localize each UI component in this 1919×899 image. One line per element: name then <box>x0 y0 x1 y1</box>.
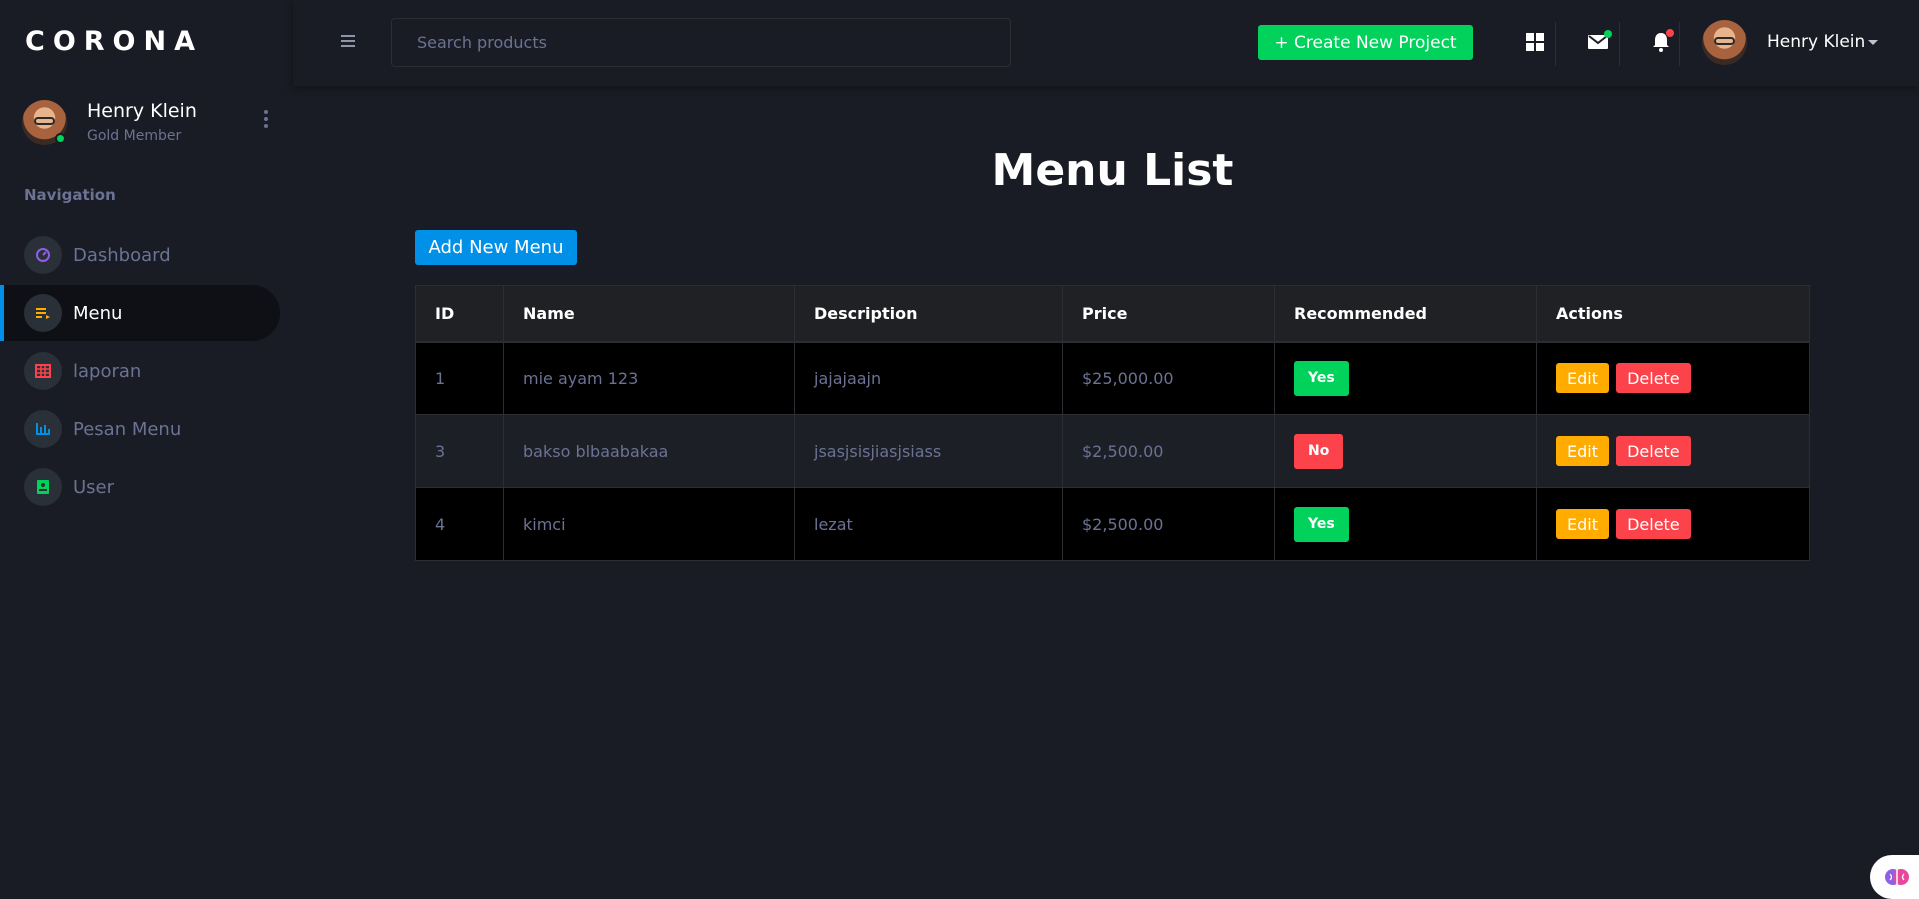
user-avatar[interactable] <box>1702 20 1747 65</box>
sidebar-item-user[interactable]: User <box>0 459 280 515</box>
topbar: + Create New Project Henry Klein <box>293 0 1919 86</box>
cell-name: bakso blbaabakaa <box>503 414 795 488</box>
sidebar-item-label: Menu <box>73 302 123 324</box>
sidebar-item-menu[interactable]: Menu <box>0 285 280 341</box>
mail-indicator-dot <box>1604 30 1612 38</box>
sidebar-item-laporan[interactable]: laporan <box>0 343 280 399</box>
page-title: Menu List <box>991 145 1234 196</box>
table-row: 3 bakso blbaabakaa jsasjsisjiasjsiass $2… <box>415 414 1810 488</box>
user-name[interactable]: Henry Klein <box>1767 32 1865 52</box>
more-options-icon[interactable] <box>262 110 270 132</box>
cell-description: lezat <box>794 487 1063 561</box>
recommended-badge: No <box>1294 433 1344 469</box>
sidebar-item-label: Pesan Menu <box>73 418 182 440</box>
edit-button[interactable]: Edit <box>1556 509 1609 539</box>
delete-button[interactable]: Delete <box>1616 436 1691 466</box>
grid-icon[interactable] <box>1518 25 1552 59</box>
cell-actions: Edit Delete <box>1536 487 1810 561</box>
cell-price: $25,000.00 <box>1062 341 1275 415</box>
sidebar: CORONA Henry Klein Gold Member Navigatio… <box>0 0 293 899</box>
contacts-icon <box>24 468 62 506</box>
cell-recommended: No <box>1274 414 1537 488</box>
online-status-dot <box>55 133 66 144</box>
cell-actions: Edit Delete <box>1536 341 1810 415</box>
topbar-divider <box>1679 22 1680 66</box>
recommended-badge: Yes <box>1294 506 1349 542</box>
nav-section-title: Navigation <box>24 186 116 204</box>
playlist-icon <box>24 294 62 332</box>
column-header: Description <box>794 285 1063 343</box>
recommended-badge: Yes <box>1294 360 1349 396</box>
column-header: Name <box>503 285 795 343</box>
column-header: Recommended <box>1274 285 1537 343</box>
profile-name: Henry Klein <box>87 100 197 122</box>
sidebar-item-label: laporan <box>73 360 142 382</box>
table-row: 4 kimci lezat $2,500.00 Yes Edit Delete <box>415 487 1810 561</box>
notification-dot <box>1666 29 1674 37</box>
profile-role: Gold Member <box>87 128 182 144</box>
table-row: 1 mie ayam 123 jajajaajn $25,000.00 Yes … <box>415 341 1810 415</box>
topbar-divider <box>1555 22 1556 66</box>
sidebar-item-label: Dashboard <box>73 244 171 266</box>
mail-icon[interactable] <box>1581 25 1615 59</box>
sidebar-item-pesan-menu[interactable]: Pesan Menu <box>0 401 280 457</box>
sidebar-profile: Henry Klein Gold Member <box>22 100 282 148</box>
cell-id: 1 <box>415 341 504 415</box>
cell-recommended: Yes <box>1274 487 1537 561</box>
speedometer-icon <box>24 236 62 274</box>
bell-icon[interactable] <box>1644 25 1678 59</box>
cell-description: jsasjsisjiasjsiass <box>794 414 1063 488</box>
cell-actions: Edit Delete <box>1536 414 1810 488</box>
column-header: Actions <box>1536 285 1810 343</box>
avatar[interactable] <box>22 100 67 145</box>
search-input[interactable] <box>391 18 1011 67</box>
table-header-row: ID Name Description Price Recommended Ac… <box>415 285 1810 343</box>
delete-button[interactable]: Delete <box>1616 363 1691 394</box>
column-header: Price <box>1062 285 1275 343</box>
chart-bar-icon <box>24 410 62 448</box>
cell-price: $2,500.00 <box>1062 487 1275 561</box>
cell-price: $2,500.00 <box>1062 414 1275 488</box>
brand-logo[interactable]: CORONA <box>25 26 203 57</box>
cell-id: 4 <box>415 487 504 561</box>
chevron-down-icon[interactable] <box>1868 40 1878 45</box>
cell-description: jajajaajn <box>794 341 1063 415</box>
delete-button[interactable]: Delete <box>1616 509 1691 539</box>
topbar-divider <box>1619 22 1620 66</box>
menu-toggle-icon[interactable] <box>341 35 355 47</box>
menu-table: ID Name Description Price Recommended Ac… <box>415 285 1810 561</box>
cell-name: kimci <box>503 487 795 561</box>
cell-id: 3 <box>415 414 504 488</box>
table-icon <box>24 352 62 390</box>
cell-name: mie ayam 123 <box>503 341 795 415</box>
brain-icon[interactable] <box>1870 855 1919 899</box>
cell-recommended: Yes <box>1274 341 1537 415</box>
add-new-menu-button[interactable]: Add New Menu <box>415 230 577 265</box>
sidebar-item-label: User <box>73 476 115 498</box>
edit-button[interactable]: Edit <box>1556 436 1609 466</box>
edit-button[interactable]: Edit <box>1556 363 1609 394</box>
sidebar-item-dashboard[interactable]: Dashboard <box>0 227 280 283</box>
column-header: ID <box>415 285 504 343</box>
sidebar-nav: Dashboard Menu laporan Pesan Menu User <box>0 227 293 517</box>
create-new-project-button[interactable]: + Create New Project <box>1258 25 1473 60</box>
